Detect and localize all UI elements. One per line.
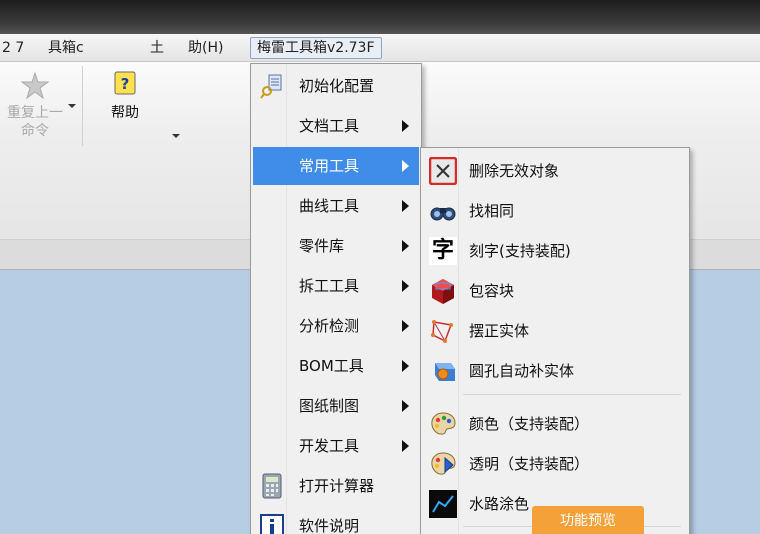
help-icon: ? xyxy=(114,71,136,95)
menu-item-curve-tools[interactable]: 曲线工具 xyxy=(253,187,419,225)
submenu-item-label: 摆正实体 xyxy=(469,322,530,340)
menu-item-label: 拆工工具 xyxy=(299,277,360,295)
palette-icon xyxy=(431,412,456,435)
menu-item-label: 打开计算器 xyxy=(299,477,375,495)
transparent-palette-icon xyxy=(431,452,456,475)
menu-item-help[interactable]: 助(H) xyxy=(188,37,223,59)
menu-item-label: 软件说明 xyxy=(299,517,360,534)
submenu-item-engrave[interactable]: 字 刻字(支持装配) xyxy=(423,231,687,269)
submenu-item-label: 删除无效对象 xyxy=(469,162,560,180)
menu-item-label: 文档工具 xyxy=(299,117,360,135)
submenu-arrow-icon xyxy=(402,320,409,332)
menu-item-meilei-toolbox[interactable]: 梅雷工具箱v2.73F xyxy=(250,37,382,59)
calculator-icon xyxy=(262,473,282,499)
binoculars-icon xyxy=(430,207,456,221)
menu-item-clipped-1[interactable]: 2 7 xyxy=(2,37,24,59)
menu-item-label: 曲线工具 xyxy=(299,197,360,215)
menu-item-clipped-2[interactable]: 土 xyxy=(150,37,164,59)
menu-item-label: 开发工具 xyxy=(299,437,360,455)
submenu-separator xyxy=(463,394,681,395)
submenu-arrow-icon xyxy=(402,240,409,252)
submenu-item-label: 找相同 xyxy=(469,202,515,220)
submenu-arrow-icon xyxy=(402,120,409,132)
submenu-arrow-icon xyxy=(402,160,409,172)
red-cube-icon xyxy=(432,279,454,304)
submenu-item-align-solid[interactable]: 摆正实体 xyxy=(423,311,687,349)
menu-item-label: 零件库 xyxy=(299,237,345,255)
align-solid-icon xyxy=(431,320,453,343)
submenu-arrow-icon xyxy=(402,280,409,292)
ribbon-separator xyxy=(82,66,83,146)
menu-item-parts-library[interactable]: 零件库 xyxy=(253,227,419,265)
submenu-item-label: 水路涂色 xyxy=(469,495,530,513)
menu-item-init-config[interactable]: 初始化配置 xyxy=(253,67,419,105)
menu-item-document-tools[interactable]: 文档工具 xyxy=(253,107,419,145)
key-icon xyxy=(260,74,282,99)
redo-label-line1: 重复上一 xyxy=(7,105,63,121)
submenu-item-delete-invalid[interactable]: 删除无效对象 xyxy=(423,151,687,189)
menu-item-label: 分析检测 xyxy=(299,317,360,335)
submenu-arrow-icon xyxy=(402,200,409,212)
submenu-item-label: 颜色（支持装配） xyxy=(469,415,590,433)
window-title-strip xyxy=(0,0,760,34)
menu-item-drawing[interactable]: 图纸制图 xyxy=(253,387,419,425)
meilei-main-menu: 初始化配置 文档工具 常用工具 曲线工具 零件库 拆工工具 分析检测 BOM工具… xyxy=(250,63,422,534)
help-dropdown-arrow[interactable] xyxy=(172,134,180,138)
svg-text:?: ? xyxy=(121,75,130,93)
common-tools-submenu: 删除无效对象 找相同 字 刻字(支持装配) 包容块 摆正实体 圆孔自动补实体 颜… xyxy=(420,147,690,534)
submenu-item-find-same[interactable]: 找相同 xyxy=(423,191,687,229)
info-icon xyxy=(260,514,284,534)
menu-item-label: 初始化配置 xyxy=(299,77,375,95)
help-button[interactable]: ? 帮助 xyxy=(100,70,150,122)
redo-dropdown-arrow[interactable] xyxy=(68,104,76,108)
redo-star-icon xyxy=(20,71,50,100)
menu-item-label: BOM工具 xyxy=(299,357,364,375)
submenu-item-bounding-block[interactable]: 包容块 xyxy=(423,271,687,309)
submenu-item-label: 刻字(支持装配) xyxy=(469,242,571,260)
waterline-icon xyxy=(429,490,457,518)
submenu-item-color[interactable]: 颜色（支持装配） xyxy=(423,404,687,442)
submenu-arrow-icon xyxy=(402,400,409,412)
menu-item-label: 图纸制图 xyxy=(299,397,360,415)
menu-item-software-info[interactable]: 软件说明 xyxy=(253,507,419,534)
character-icon-glyph: 字 xyxy=(431,238,454,263)
menu-item-label: 常用工具 xyxy=(299,157,360,175)
menu-item-split-tools[interactable]: 拆工工具 xyxy=(253,267,419,305)
submenu-item-label: 圆孔自动补实体 xyxy=(469,362,575,380)
menu-item-toolbox[interactable]: 具箱c xyxy=(48,37,84,59)
submenu-item-label: 包容块 xyxy=(469,282,515,300)
menu-bar: 2 7 具箱c 土 助(H) 梅雷工具箱v2.73F xyxy=(0,34,760,62)
menu-item-open-calculator[interactable]: 打开计算器 xyxy=(253,467,419,505)
feature-preview-button[interactable]: 功能预览 xyxy=(532,506,644,534)
submenu-item-label: 透明（支持装配） xyxy=(469,455,590,473)
redo-last-command-button[interactable]: 重复上一 命令 xyxy=(0,70,70,140)
redo-label-line2: 命令 xyxy=(21,123,49,139)
menu-item-dev-tools[interactable]: 开发工具 xyxy=(253,427,419,465)
menu-item-analysis[interactable]: 分析检测 xyxy=(253,307,419,345)
submenu-arrow-icon xyxy=(402,440,409,452)
menu-item-common-tools[interactable]: 常用工具 xyxy=(253,147,419,185)
menu-item-bom-tools[interactable]: BOM工具 xyxy=(253,347,419,385)
submenu-arrow-icon xyxy=(402,360,409,372)
fill-hole-icon xyxy=(435,363,455,381)
help-label: 帮助 xyxy=(111,105,139,121)
character-icon: 字 xyxy=(429,237,457,265)
delete-x-icon xyxy=(429,157,457,185)
submenu-item-fill-hole[interactable]: 圆孔自动补实体 xyxy=(423,351,687,389)
submenu-item-transparency[interactable]: 透明（支持装配） xyxy=(423,444,687,482)
